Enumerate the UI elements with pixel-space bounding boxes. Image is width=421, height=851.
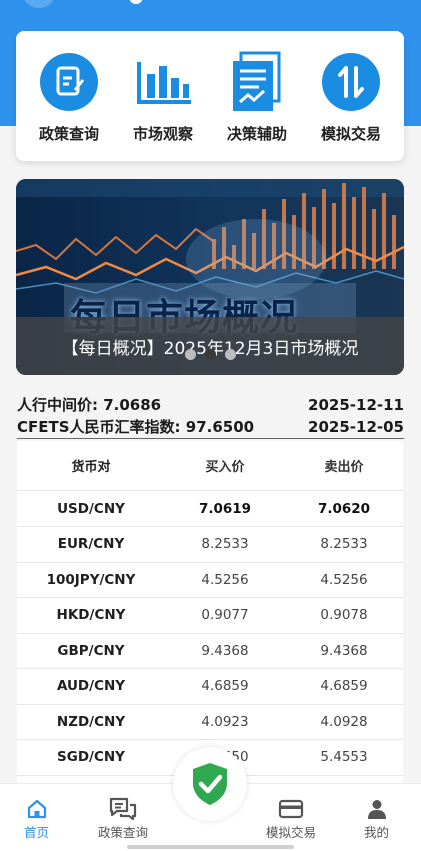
table-row[interactable]: HKD/CNY 0.9077 0.9078 xyxy=(17,598,403,634)
buy-price: 0.9077 xyxy=(201,607,249,624)
tab-label: 模拟交易 xyxy=(266,825,317,840)
header-buy: 买入价 xyxy=(205,460,245,475)
buy-price: 4.0923 xyxy=(201,713,249,730)
buy-price: 8.2533 xyxy=(201,536,249,553)
banner-caption[interactable]: 【每日概况】2025年12月3日市场概况 xyxy=(16,317,404,375)
exchange-arrows-icon xyxy=(320,51,382,113)
quick-menu-policy-search[interactable]: 政策查询 xyxy=(24,31,114,161)
currency-pair: GBP/CNY xyxy=(57,642,125,659)
cfets-date: 2025-12-05 xyxy=(308,418,404,436)
buy-price: 4.6859 xyxy=(201,678,249,695)
bar-chart-icon xyxy=(132,51,194,113)
buy-price: 9.4368 xyxy=(201,642,249,659)
table-row[interactable]: USD/CNY 7.0619 7.0620 xyxy=(17,491,403,527)
carousel-dot[interactable] xyxy=(184,349,196,360)
central-parity-date: 2025-12-11 xyxy=(308,396,404,414)
table-row[interactable]: NZD/CNY 4.0923 4.0928 xyxy=(17,705,403,740)
table-row[interactable]: AUD/CNY 4.6859 4.6859 xyxy=(17,669,403,705)
shield-check-icon xyxy=(193,763,227,805)
currency-pair: AUD/CNY xyxy=(56,678,126,695)
quick-menu-market-watch[interactable]: 市场观察 xyxy=(118,31,208,161)
policy-search-icon xyxy=(38,51,100,113)
tab-home[interactable]: 首页 xyxy=(24,796,49,841)
fx-rate-table: 货币对 买入价 卖出价 USD/CNY 7.0619 7.0620 EUR/CN… xyxy=(17,441,403,783)
carousel-dot-active[interactable] xyxy=(204,349,216,360)
tab-label: 首页 xyxy=(24,825,50,840)
tab-sim-trade[interactable]: 模拟交易 xyxy=(266,796,316,841)
currency-pair: NZD/CNY xyxy=(56,713,126,730)
home-icon xyxy=(26,796,48,822)
table-row[interactable]: EUR/CNY 8.2533 8.2533 xyxy=(17,527,403,563)
central-parity-rate: 人行中间价: 7.0686 xyxy=(17,396,162,414)
quick-menu-label: 决策辅助 xyxy=(226,125,287,143)
cfets-index: CFETS人民币汇率指数: 97.6500 xyxy=(17,418,255,436)
sell-price: 5.4553 xyxy=(320,749,368,766)
currency-pair: USD/CNY xyxy=(57,500,125,517)
table-header: 货币对 买入价 卖出价 xyxy=(17,441,403,491)
tab-policy-search[interactable]: 政策查询 xyxy=(98,796,148,841)
carousel-dots xyxy=(16,349,404,360)
banner-carousel[interactable]: 每日市场概况 【每日概况】2025年12月3日市场概况 xyxy=(16,179,404,375)
sell-price: 4.0928 xyxy=(320,713,368,730)
quick-menu-label: 政策查询 xyxy=(38,125,99,143)
tab-label: 政策查询 xyxy=(98,825,149,840)
sell-price: 9.4368 xyxy=(320,642,368,659)
sell-price: 0.9078 xyxy=(320,607,368,624)
buy-price: 4.5256 xyxy=(201,571,249,588)
table-row[interactable]: 100JPY/CNY 4.5256 4.5256 xyxy=(17,563,403,598)
quick-menu-label: 模拟交易 xyxy=(320,125,381,143)
header-sell: 卖出价 xyxy=(324,460,364,475)
tab-mine[interactable]: 我的 xyxy=(364,796,389,841)
header-pair: 货币对 xyxy=(71,460,111,475)
quick-menu-sim-trade[interactable]: 模拟交易 xyxy=(306,31,396,161)
chat-bubbles-icon xyxy=(109,796,137,822)
currency-pair: 100JPY/CNY xyxy=(46,571,136,588)
sell-price: 4.5256 xyxy=(320,571,368,588)
quick-menu-decision-aid[interactable]: 决策辅助 xyxy=(212,31,302,161)
sell-price: 4.6859 xyxy=(320,678,368,695)
table-row[interactable]: GBP/CNY 9.4368 9.4368 xyxy=(17,634,403,669)
card-icon xyxy=(278,796,304,822)
tab-label: 我的 xyxy=(364,825,390,840)
buy-price: 7.0619 xyxy=(198,500,252,517)
sell-price: 8.2533 xyxy=(320,536,368,553)
carousel-dot[interactable] xyxy=(224,349,236,360)
sell-price: 7.0620 xyxy=(317,500,371,517)
rate-summary: 人行中间价: 7.0686 2025-12-11 CFETS人民币汇率指数: 9… xyxy=(17,394,404,438)
person-icon xyxy=(366,796,388,822)
currency-pair: HKD/CNY xyxy=(56,607,126,624)
quick-menu: 政策查询 市场观察 决策辅助 模拟交易 xyxy=(16,31,404,161)
center-shield-button[interactable] xyxy=(173,747,247,821)
currency-pair: SGD/CNY xyxy=(57,749,125,766)
divider xyxy=(17,438,404,439)
home-indicator xyxy=(127,845,294,849)
currency-pair: EUR/CNY xyxy=(57,536,125,553)
quick-menu-label: 市场观察 xyxy=(132,125,193,143)
document-chart-icon xyxy=(226,51,288,113)
